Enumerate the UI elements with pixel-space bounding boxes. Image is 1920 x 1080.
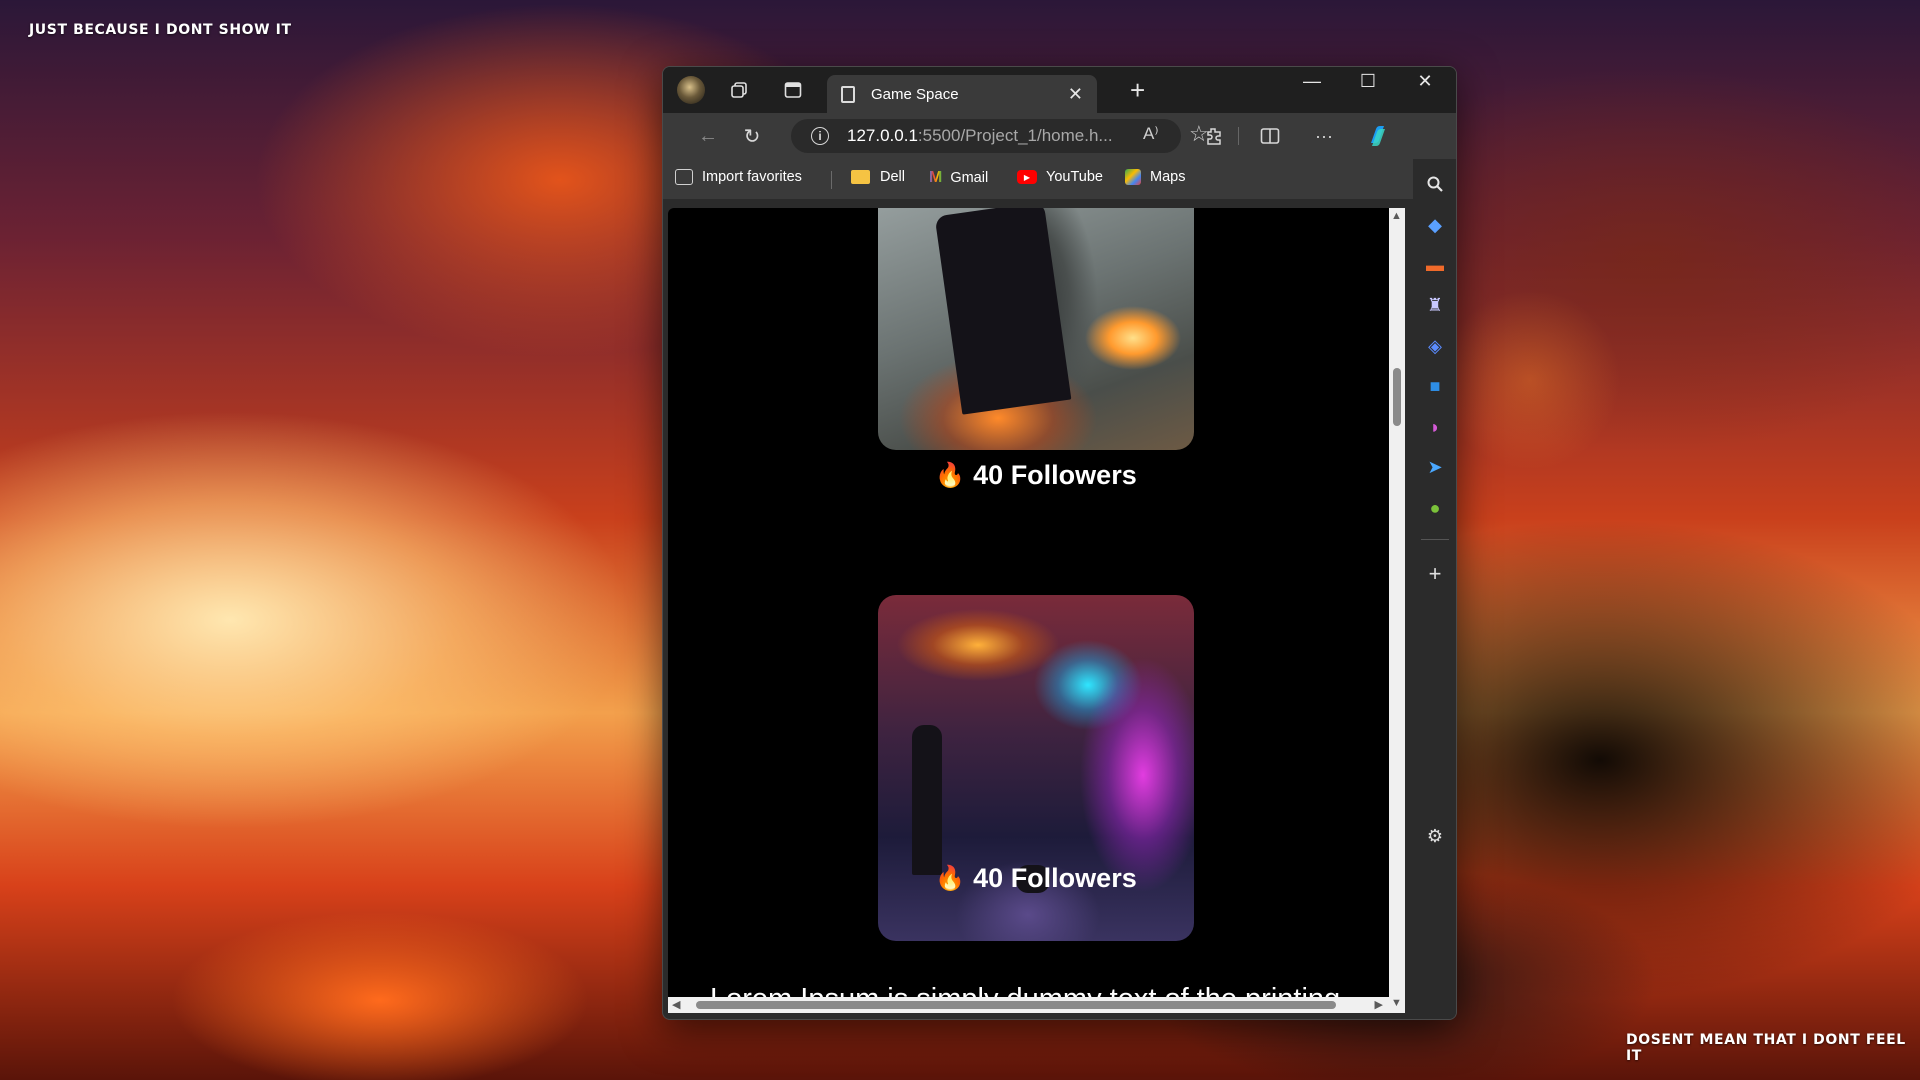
wallpaper-top-text: JUST BECAUSE I DONT SHOW IT [29, 22, 292, 38]
scroll-up-icon[interactable]: ▲ [1391, 210, 1402, 222]
url-host: 127.0.0.1 [847, 126, 918, 145]
search-icon[interactable] [1422, 171, 1448, 197]
tab-title: Game Space [871, 85, 959, 103]
card-image-soldier[interactable] [878, 208, 1194, 450]
copilot-icon[interactable] [1363, 121, 1393, 151]
workspaces-icon[interactable] [723, 74, 755, 106]
tab-actions-icon[interactable] [777, 74, 809, 106]
split-screen-icon[interactable] [1255, 121, 1285, 151]
avatar-image [677, 76, 705, 104]
bookmark-youtube[interactable]: ▶ YouTube [1017, 169, 1103, 185]
navigation-toolbar: ← ↻ i 127.0.0.1:5500/Project_1/home.h...… [663, 113, 1456, 159]
tab-game-space[interactable]: Game Space ✕ [827, 75, 1097, 113]
tools-icon[interactable]: ▬ [1422, 252, 1448, 278]
person-silhouette [912, 725, 942, 875]
horizontal-scrollbar[interactable]: ◀ ▶ [668, 997, 1389, 1013]
bookmark-gmail[interactable]: M Gmail [929, 169, 988, 187]
tab-close-icon[interactable]: ✕ [1068, 84, 1083, 105]
gmail-icon: M [929, 169, 943, 186]
vertical-scrollbar[interactable]: ▲ ▼ [1389, 208, 1405, 1013]
maps-icon [1125, 169, 1141, 185]
bookmark-label: Maps [1150, 169, 1186, 185]
bookmark-label: YouTube [1046, 169, 1103, 185]
followers-label: 🔥 40 Followers [878, 863, 1194, 894]
browser-window: Game Space ✕ + — ☐ ✕ ← ↻ i 127.0.0.1:550… [662, 66, 1457, 1020]
page-icon [841, 85, 855, 103]
back-icon[interactable]: ← [693, 121, 723, 151]
bookmark-label: Dell [880, 169, 905, 185]
soldier-figure [934, 208, 1072, 415]
flame-icon: 🔥 [935, 462, 966, 489]
favorites-bar: Import favorites Dell M Gmail ▶ YouTube Ma… [663, 159, 1456, 199]
minimize-icon[interactable]: — [1292, 71, 1332, 92]
designer-icon[interactable]: ◗ [1422, 414, 1448, 440]
page-viewport: 🔥 40 Followers 🔥 40 Followers Lorem Ipsu… [668, 208, 1389, 1013]
followers-label: 🔥 40 Followers [878, 460, 1194, 491]
bookmark-separator [831, 171, 832, 189]
bookmark-label: Gmail [950, 170, 989, 186]
tree-icon[interactable]: ● [1422, 495, 1448, 521]
flame-icon: 🔥 [935, 865, 966, 892]
more-options-icon[interactable]: ··· [1309, 121, 1339, 151]
horizontal-scroll-thumb[interactable] [696, 1001, 1336, 1009]
followers-count: 40 Followers [973, 863, 1137, 893]
profile-avatar[interactable] [675, 74, 707, 106]
sidebar-separator [1421, 539, 1449, 540]
add-icon[interactable]: + [1422, 561, 1448, 587]
settings-icon[interactable]: ⚙ [1422, 823, 1448, 849]
scroll-right-icon[interactable]: ▶ [1375, 998, 1383, 1011]
edge-sidebar: ◆ ▬ ♜ ◈ ■ ◗ ➤ ● + ⚙ [1413, 159, 1456, 1019]
refresh-icon[interactable]: ↻ [737, 121, 767, 151]
toolbar-divider [1238, 127, 1239, 145]
shopping-tag-icon[interactable]: ◆ [1422, 212, 1448, 238]
telegram-icon[interactable]: ➤ [1422, 454, 1448, 480]
bookmark-label: Import favorites [702, 169, 802, 185]
scroll-left-icon[interactable]: ◀ [672, 998, 680, 1011]
extensions-icon[interactable] [1199, 121, 1229, 151]
close-window-icon[interactable]: ✕ [1405, 71, 1445, 92]
tab-bar: Game Space ✕ + — ☐ ✕ [663, 67, 1456, 113]
read-aloud-icon[interactable]: A⁾ [1143, 124, 1159, 144]
bookmark-import-favorites[interactable]: Import favorites [675, 169, 802, 185]
address-bar[interactable]: i 127.0.0.1:5500/Project_1/home.h... A⁾ … [791, 119, 1209, 153]
scroll-down-icon[interactable]: ▼ [1391, 997, 1402, 1009]
bookmark-dell[interactable]: Dell [851, 169, 905, 185]
vertical-scroll-thumb[interactable] [1393, 368, 1401, 426]
url-path: :5500/Project_1/home.h... [917, 126, 1113, 145]
maximize-icon[interactable]: ☐ [1348, 71, 1388, 92]
copilot-sidebar-icon[interactable]: ◈ [1422, 333, 1448, 359]
site-info-icon[interactable]: i [811, 127, 829, 145]
games-icon[interactable]: ♜ [1422, 292, 1448, 318]
new-tab-icon[interactable]: + [1130, 76, 1145, 104]
import-icon [675, 169, 693, 185]
outlook-icon[interactable]: ■ [1422, 373, 1448, 399]
url-text: 127.0.0.1:5500/Project_1/home.h... [847, 126, 1113, 146]
followers-count: 40 Followers [973, 460, 1137, 490]
youtube-icon: ▶ [1017, 170, 1037, 184]
folder-icon [851, 170, 870, 184]
wallpaper-bottom-text: DOSENT MEAN THAT I DONT FEEL IT [1626, 1032, 1906, 1064]
bookmark-maps[interactable]: Maps [1125, 169, 1185, 185]
